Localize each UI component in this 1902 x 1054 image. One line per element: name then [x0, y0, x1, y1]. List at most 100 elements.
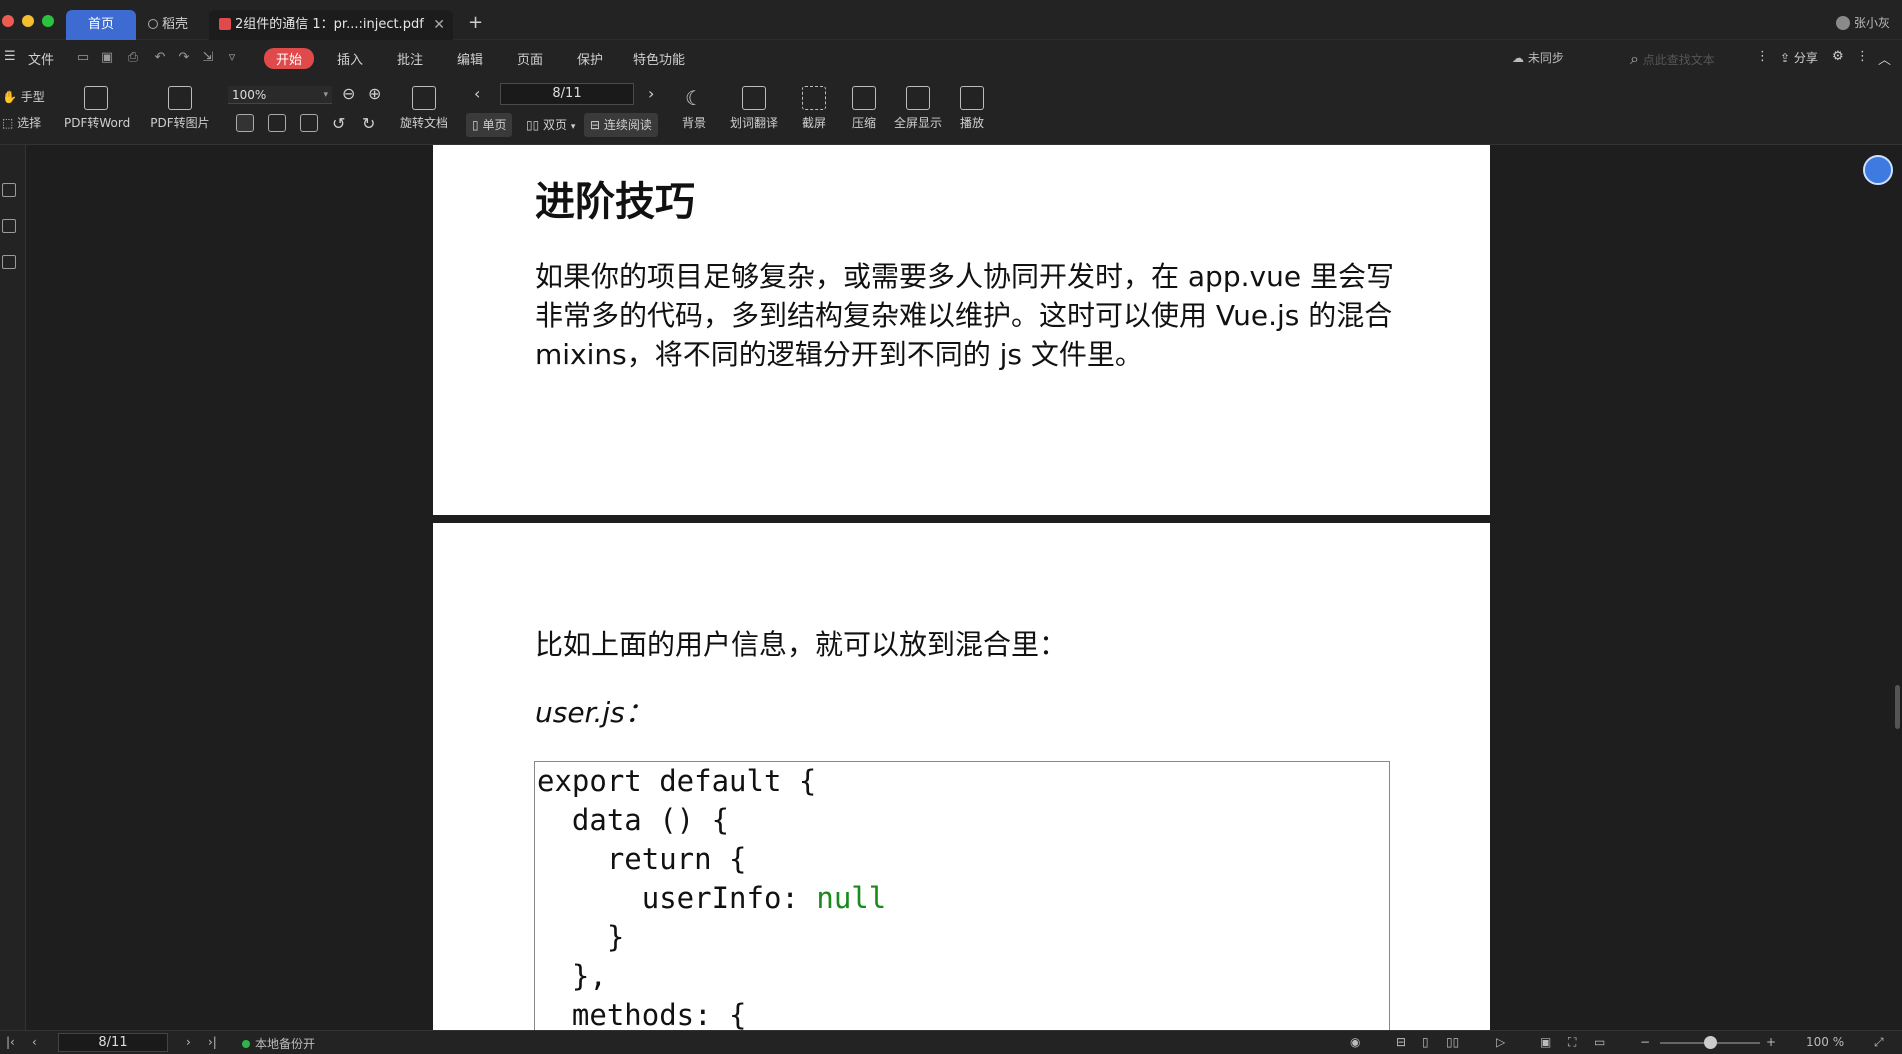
print-icon[interactable]: ⎙: [125, 50, 141, 66]
local-backup-status[interactable]: 本地备份开: [242, 1035, 315, 1052]
user-name: 张小灰: [1853, 16, 1890, 30]
code-caption: user.js：: [535, 696, 653, 729]
code-line: userInfo: null: [535, 879, 1389, 918]
continuous-reading-button[interactable]: ⊟ 连续阅读: [584, 113, 658, 137]
menu-protect[interactable]: 保护: [577, 49, 603, 68]
thumbnails-icon[interactable]: [2, 219, 16, 233]
share-button[interactable]: ⇪ 分享: [1780, 49, 1818, 66]
tab-close-icon[interactable]: ✕: [433, 10, 445, 40]
double-page-view-button[interactable]: ▯▯ 双页 ▾: [520, 113, 581, 137]
next-page-icon[interactable]: ›: [186, 1035, 191, 1049]
menu-edit[interactable]: 编辑: [457, 49, 483, 68]
menu-page[interactable]: 页面: [517, 49, 543, 68]
word-translate-label: 划词翻译: [729, 116, 778, 130]
backup-status-dot: [242, 1040, 250, 1048]
floating-tool-icon[interactable]: [1863, 155, 1893, 185]
eye-protection-icon[interactable]: ◉: [1350, 1035, 1360, 1049]
pdf-to-image-button[interactable]: PDF转图片: [148, 86, 212, 131]
quick-access-dropdown-icon[interactable]: ▿: [224, 50, 240, 66]
open-folder-icon[interactable]: ▭: [75, 50, 91, 66]
rotate-document-button[interactable]: 旋转文档: [396, 86, 452, 131]
play-button[interactable]: 播放: [956, 86, 988, 131]
previous-page-icon[interactable]: ‹: [474, 84, 480, 103]
continuous-view-icon[interactable]: ⊟: [1396, 1035, 1406, 1049]
pdf-to-word-button[interactable]: PDF转Word: [64, 86, 131, 131]
local-backup-label: 本地备份开: [255, 1037, 316, 1051]
tab-pdf-document[interactable]: 2组件的通信 1：pr...:inject.pdf ✕: [209, 10, 453, 40]
tab-docer[interactable]: 稻壳: [138, 10, 210, 40]
hand-tool-label: 手型: [20, 90, 45, 104]
new-tab-button[interactable]: +: [468, 12, 483, 33]
settings-gear-icon[interactable]: ⚙: [1832, 49, 1844, 64]
word-translate-button[interactable]: 划词翻译: [726, 86, 782, 131]
zoom-in-icon[interactable]: ⊕: [368, 84, 381, 103]
scrollbar-thumb[interactable]: [1895, 685, 1900, 729]
fit-page-icon[interactable]: [268, 114, 286, 132]
body-paragraph: 如果你的项目足够复杂，或需要多人协同开发时，在 app.vue 里会写非常多的代…: [535, 260, 1394, 371]
menu-start[interactable]: 开始: [264, 48, 315, 69]
single-page-view-icon[interactable]: ▯: [1422, 1035, 1429, 1049]
zoom-select[interactable]: 100% ▾: [228, 86, 332, 104]
outline-icon[interactable]: [2, 183, 16, 197]
tab-home[interactable]: 首页: [66, 10, 136, 40]
rotate-right-icon[interactable]: ↻: [362, 114, 375, 133]
actual-size-icon[interactable]: ▣: [1540, 1035, 1551, 1049]
single-page-label: 单页: [482, 118, 507, 132]
more-vertical-icon[interactable]: ⋮: [1856, 49, 1869, 64]
code-line: }: [537, 920, 625, 954]
sync-status[interactable]: ☁ 未同步: [1512, 49, 1564, 66]
zoom-slider-handle[interactable]: [1704, 1036, 1717, 1049]
select-tool-button[interactable]: ⬚ 选择: [2, 114, 41, 131]
next-page-icon[interactable]: ›: [648, 84, 654, 103]
menu-annotate[interactable]: 批注: [397, 49, 423, 68]
pdf-to-word-label: PDF转Word: [64, 116, 131, 130]
fullscreen-icon[interactable]: ⤢: [1874, 1035, 1884, 1050]
maximize-window-icon[interactable]: [42, 15, 54, 27]
chevron-down-icon: ▾: [570, 122, 576, 132]
hand-tool-button[interactable]: ✋ 手型: [2, 88, 45, 105]
compress-button[interactable]: 压缩: [848, 86, 880, 131]
code-line: export default {: [537, 764, 817, 798]
avatar: [1835, 15, 1850, 30]
redo-icon[interactable]: ↷: [176, 50, 192, 66]
actual-size-icon[interactable]: [236, 114, 254, 132]
zoom-in-icon[interactable]: +: [1766, 1035, 1776, 1049]
fullscreen-button[interactable]: 全屏显示: [892, 86, 944, 131]
first-page-icon[interactable]: |‹: [6, 1035, 15, 1049]
hamburger-menu-icon[interactable]: ☰: [4, 49, 16, 64]
document-viewer[interactable]: 进阶技巧 如果你的项目足够复杂，或需要多人协同开发时，在 app.vue 里会写…: [27, 145, 1902, 1030]
fit-width-icon[interactable]: ▭: [1594, 1035, 1605, 1049]
save-icon[interactable]: ▣: [99, 50, 115, 66]
menu-file[interactable]: 文件: [28, 49, 54, 68]
code-line: return {: [537, 842, 747, 876]
fit-width-icon[interactable]: [300, 114, 318, 132]
search-box[interactable]: ⌕ 点此查找文本: [1630, 49, 1715, 69]
export-icon[interactable]: ⇲: [200, 50, 216, 66]
play-circle-icon[interactable]: ▷: [1496, 1035, 1505, 1049]
close-window-icon[interactable]: [2, 15, 14, 27]
play-icon: [960, 86, 984, 110]
zoom-out-icon[interactable]: ⊖: [342, 84, 355, 103]
zoom-out-icon[interactable]: −: [1640, 1035, 1650, 1049]
annotations-icon[interactable]: [2, 255, 16, 269]
fit-page-icon[interactable]: ⛶: [1568, 1035, 1576, 1050]
previous-page-icon[interactable]: ‹: [32, 1035, 37, 1049]
screenshot-button[interactable]: 截屏: [794, 86, 834, 131]
last-page-icon[interactable]: ›|: [208, 1035, 217, 1049]
collapse-ribbon-icon[interactable]: ︿: [1878, 49, 1891, 68]
background-button[interactable]: ☾ 背景: [674, 86, 714, 131]
page-number-input[interactable]: 8/11: [500, 83, 634, 105]
menu-special-features[interactable]: 特色功能: [633, 49, 685, 68]
user-account[interactable]: 张小灰: [1835, 14, 1890, 31]
single-page-view-button[interactable]: ▯ 单页: [466, 113, 513, 137]
rotate-left-icon[interactable]: ↺: [332, 114, 345, 133]
menu-insert[interactable]: 插入: [337, 49, 363, 68]
undo-icon[interactable]: ↶: [152, 50, 168, 66]
moon-icon: ☾: [685, 86, 703, 110]
more-options-icon[interactable]: ⋮: [1756, 49, 1769, 64]
status-page-input[interactable]: 8/11: [58, 1033, 168, 1052]
cloud-icon: ☁: [1512, 51, 1524, 65]
code-line: },: [537, 959, 607, 993]
double-page-view-icon[interactable]: ▯▯: [1446, 1035, 1459, 1049]
minimize-window-icon[interactable]: [22, 15, 34, 27]
